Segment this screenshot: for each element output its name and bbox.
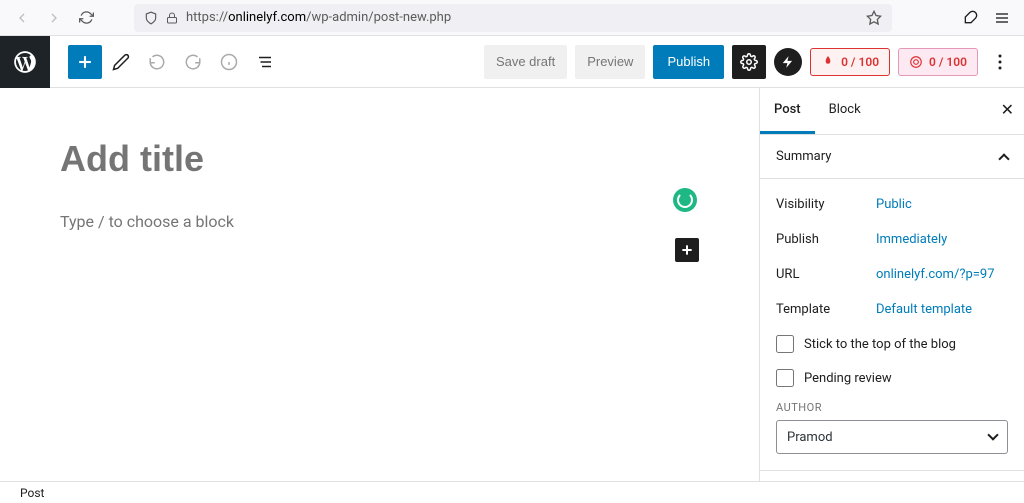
- back-button[interactable]: [8, 4, 36, 32]
- url-text: https://onlinelyf.com/wp-admin/post-new.…: [186, 10, 451, 25]
- chevron-up-icon: [998, 153, 1009, 164]
- url-bar[interactable]: https://onlinelyf.com/wp-admin/post-new.…: [134, 4, 892, 32]
- seo-plugin-icon[interactable]: [774, 48, 802, 76]
- info-icon[interactable]: [212, 45, 246, 79]
- target-icon: [909, 55, 923, 69]
- author-section-label: AUTHOR: [776, 395, 1008, 420]
- shield-icon: [144, 11, 158, 25]
- wordpress-logo[interactable]: [0, 36, 50, 88]
- chevron-down-icon: [987, 429, 998, 440]
- settings-gear-button[interactable]: [732, 45, 766, 79]
- reload-button[interactable]: [72, 4, 100, 32]
- edit-icon[interactable]: [104, 45, 138, 79]
- forward-button[interactable]: [40, 4, 68, 32]
- block-prompt-text[interactable]: Type / to choose a block: [60, 212, 699, 231]
- tab-post[interactable]: Post: [760, 88, 815, 134]
- close-sidebar-button[interactable]: ✕: [1001, 100, 1014, 119]
- flame-icon: [821, 55, 835, 69]
- save-draft-button[interactable]: Save draft: [484, 45, 567, 79]
- summary-panel-body: Visibility Public Publish Immediately UR…: [760, 179, 1024, 471]
- sticky-checkbox[interactable]: [776, 335, 794, 353]
- pending-review-label: Pending review: [804, 371, 892, 386]
- pending-review-checkbox[interactable]: [776, 369, 794, 387]
- publish-button[interactable]: Publish: [653, 45, 724, 79]
- publish-label: Publish: [776, 232, 876, 247]
- template-value[interactable]: Default template: [876, 302, 972, 317]
- visibility-label: Visibility: [776, 197, 876, 212]
- bookmark-star-icon[interactable]: [866, 10, 882, 26]
- post-title-input[interactable]: [60, 138, 635, 180]
- sticky-label: Stick to the top of the blog: [804, 337, 956, 352]
- lock-icon: [166, 12, 178, 24]
- menu-icon[interactable]: [988, 4, 1016, 32]
- readability-score-badge[interactable]: 0 / 100: [810, 48, 890, 76]
- outline-icon[interactable]: [248, 45, 282, 79]
- summary-panel-header[interactable]: Summary: [760, 135, 1024, 179]
- url-label: URL: [776, 267, 876, 282]
- loading-indicator-icon: [673, 188, 697, 212]
- url-value[interactable]: onlinelyf.com/?p=97: [876, 267, 995, 282]
- visibility-value[interactable]: Public: [876, 197, 912, 212]
- extensions-icon[interactable]: [956, 4, 984, 32]
- tab-block[interactable]: Block: [815, 88, 875, 134]
- preview-button[interactable]: Preview: [575, 45, 645, 79]
- editor-canvas[interactable]: Type / to choose a block: [0, 88, 759, 481]
- more-options-button[interactable]: [986, 45, 1014, 79]
- browser-bar: https://onlinelyf.com/wp-admin/post-new.…: [0, 0, 1024, 36]
- add-block-toolbar-button[interactable]: [68, 45, 102, 79]
- publish-value[interactable]: Immediately: [876, 232, 947, 247]
- undo-button[interactable]: [140, 45, 174, 79]
- redo-button[interactable]: [176, 45, 210, 79]
- add-block-inline-button[interactable]: [675, 238, 699, 262]
- categories-panel-header[interactable]: Categories: [760, 471, 1024, 481]
- summary-heading: Summary: [776, 149, 831, 164]
- seo-score-badge[interactable]: 0 / 100: [898, 48, 978, 76]
- author-select[interactable]: Pramod: [776, 420, 1008, 454]
- template-label: Template: [776, 302, 876, 317]
- footer-breadcrumb[interactable]: Post: [0, 481, 1024, 503]
- settings-sidebar: Post Block ✕ Summary Visibility Public P…: [759, 88, 1024, 481]
- wp-toolbar: Save draft Preview Publish 0 / 100 0 / 1…: [0, 36, 1024, 88]
